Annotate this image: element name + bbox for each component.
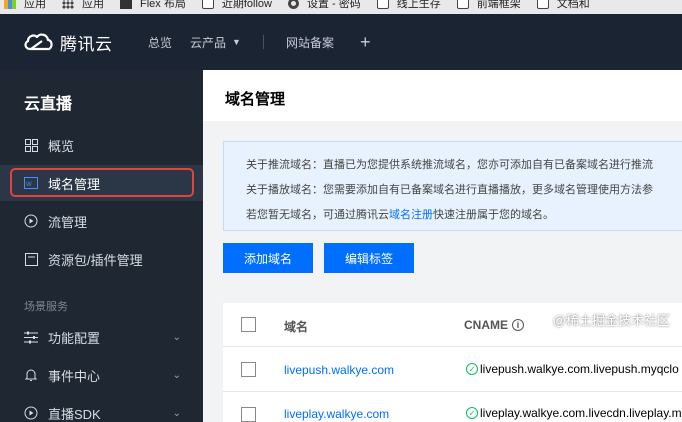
cname-value: liveplay.walkye.com.livecdn.liveplay.m xyxy=(480,406,682,420)
nav-products[interactable]: 云产品 ▼ xyxy=(190,34,241,51)
info-icon[interactable]: i xyxy=(512,319,524,331)
notice-register-suffix: 快速注册属于您的域名。 xyxy=(433,209,554,221)
folder-icon xyxy=(536,0,549,9)
sidebar-title: 云直播 xyxy=(24,96,73,113)
grid-icon xyxy=(62,0,74,9)
brand-logo[interactable]: 腾讯云 xyxy=(22,30,132,55)
bookmark-label: 前端框架 xyxy=(476,0,521,10)
bookmark-frameworks[interactable]: 前端框架 xyxy=(456,0,521,10)
nav-overview[interactable]: 总览 xyxy=(148,34,172,51)
bookmark-apps-color[interactable]: 应用 xyxy=(4,0,46,10)
table-row: liveplay.walkye.com ✓ liveplay.walkye.co… xyxy=(223,392,682,422)
cname-value: livepush.walkye.com.livepush.myqclo xyxy=(480,362,679,376)
main-content: 域名管理 关于推流域名：直播已为您提供系统推流域名，您亦可添加自有已备案域名进行… xyxy=(203,70,682,422)
bookmark-label: Flex 布局 xyxy=(140,0,186,10)
gear-icon xyxy=(287,0,299,9)
sidebar: 云直播 概览 W 域名管理 流管理 资源包/插件管理 场景服务 功能配置 ⌄ 事… xyxy=(0,70,203,422)
page-title: 域名管理 xyxy=(225,91,286,108)
bookmark-settings[interactable]: 设置 - 密码 xyxy=(287,0,361,10)
bookmark-flex[interactable]: Flex 布局 xyxy=(120,0,186,10)
sidebar-item-sdk[interactable]: 直播SDK ⌄ xyxy=(0,395,203,422)
table-row: livepush.walkye.com ✓ livepush.walkye.co… xyxy=(223,347,682,392)
sidebar-item-packages[interactable]: 资源包/插件管理 xyxy=(0,241,203,277)
row-checkbox[interactable] xyxy=(241,362,256,377)
bookmark-label: 应用 xyxy=(82,0,104,10)
cname-cell: ✓ liveplay.walkye.com.livecdn.liveplay.m xyxy=(466,406,682,420)
row-checkbox[interactable] xyxy=(241,407,256,422)
folder-icon xyxy=(456,0,469,9)
sidebar-item-stream[interactable]: 流管理 xyxy=(0,203,203,239)
bookmark-apps[interactable]: 应用 xyxy=(62,0,104,10)
sidebar-item-label: 直播SDK xyxy=(48,406,101,422)
add-shortcut-icon[interactable]: + xyxy=(360,32,371,53)
sidebar-item-label: 事件中心 xyxy=(48,368,101,384)
sidebar-item-config[interactable]: 功能配置 ⌄ xyxy=(0,319,203,355)
bookmark-icon xyxy=(120,0,132,9)
bookmark-follow[interactable]: 近期follow xyxy=(201,0,272,10)
chevron-down-icon: ⌄ xyxy=(172,331,181,343)
chevron-down-icon: ⌄ xyxy=(172,407,181,419)
sidebar-item-label: 功能配置 xyxy=(48,330,101,346)
page-header: 域名管理 xyxy=(203,70,682,121)
add-domain-button[interactable]: 添加域名 xyxy=(223,243,313,273)
cname-cell: ✓ livepush.walkye.com.livepush.myqclo xyxy=(466,362,679,376)
sidebar-item-label: 概览 xyxy=(48,138,75,154)
sidebar-item-label: 资源包/插件管理 xyxy=(48,252,143,268)
chevron-down-icon: ▼ xyxy=(232,37,241,47)
brand-name: 腾讯云 xyxy=(60,34,113,54)
sliders-icon xyxy=(24,330,38,344)
domain-link[interactable]: liveplay.walkye.com xyxy=(284,407,389,421)
package-icon xyxy=(24,252,38,266)
nav-products-label: 云产品 xyxy=(190,35,227,50)
header-cname-label: CNAME xyxy=(464,318,508,332)
play-circle-icon xyxy=(24,214,38,228)
bookmark-online[interactable]: 线上生存 xyxy=(376,0,441,10)
notice-line-register: 若您暂无域名，可通过腾讯云域名注册快速注册属于您的域名。 xyxy=(246,206,554,222)
bell-icon xyxy=(24,368,38,382)
bookmark-label: 设置 - 密码 xyxy=(306,0,361,10)
notice-register-prefix: 若您暂无域名，可通过腾讯云 xyxy=(246,209,389,221)
sidebar-item-label: 流管理 xyxy=(48,214,88,230)
top-nav: 腾讯云 总览 云产品 ▼ 网站备案 + xyxy=(0,14,682,70)
sidebar-group-label: 场景服务 xyxy=(24,301,68,313)
edit-tags-button[interactable]: 编辑标签 xyxy=(324,243,414,273)
grid-color-icon xyxy=(4,0,16,9)
select-all-checkbox[interactable] xyxy=(241,317,256,332)
header-domain: 域名 xyxy=(284,320,309,334)
bookmark-label: 线上生存 xyxy=(396,0,441,10)
bookmark-label: 应用 xyxy=(24,0,46,10)
notice-line-push: 关于推流域名：直播已为您提供系统推流域名，您亦可添加自有已备案域名进行推流 xyxy=(246,159,653,171)
cloud-logo-icon xyxy=(24,33,53,51)
bookmarks-bar: 应用 应用 Flex 布局 近期follow 设置 - 密码 线上生存 前端框架… xyxy=(0,0,682,14)
bookmark-label: 文档和 xyxy=(556,0,590,10)
nav-divider xyxy=(262,35,264,49)
notice-line-play: 关于播放域名：您需要添加自有已备案域名进行直播播放，更多域名管理使用方法参 xyxy=(246,184,653,196)
check-circle-icon: ✓ xyxy=(466,407,478,419)
bookmark-docs[interactable]: 文档和 xyxy=(536,0,590,10)
folder-icon xyxy=(201,0,214,9)
info-notice: 关于推流域名：直播已为您提供系统推流域名，您亦可添加自有已备案域名进行推流 关于… xyxy=(223,141,682,231)
header-cname: CNAME i xyxy=(464,318,524,332)
nav-filing[interactable]: 网站备案 xyxy=(286,34,334,51)
chevron-down-icon: ⌄ xyxy=(172,369,181,381)
highlight-annotation xyxy=(10,168,194,197)
bookmark-label: 近期follow xyxy=(221,0,272,10)
sdk-icon xyxy=(24,406,38,420)
domain-register-link[interactable]: 域名注册 xyxy=(389,209,433,221)
folder-icon xyxy=(376,0,389,9)
sidebar-item-overview[interactable]: 概览 xyxy=(0,127,203,163)
sidebar-item-events[interactable]: 事件中心 ⌄ xyxy=(0,357,203,393)
domain-link[interactable]: livepush.walkye.com xyxy=(284,363,394,377)
watermark: @稀土掘金技术社区 xyxy=(552,313,670,328)
grid-icon xyxy=(24,138,38,152)
check-circle-icon: ✓ xyxy=(466,363,478,375)
